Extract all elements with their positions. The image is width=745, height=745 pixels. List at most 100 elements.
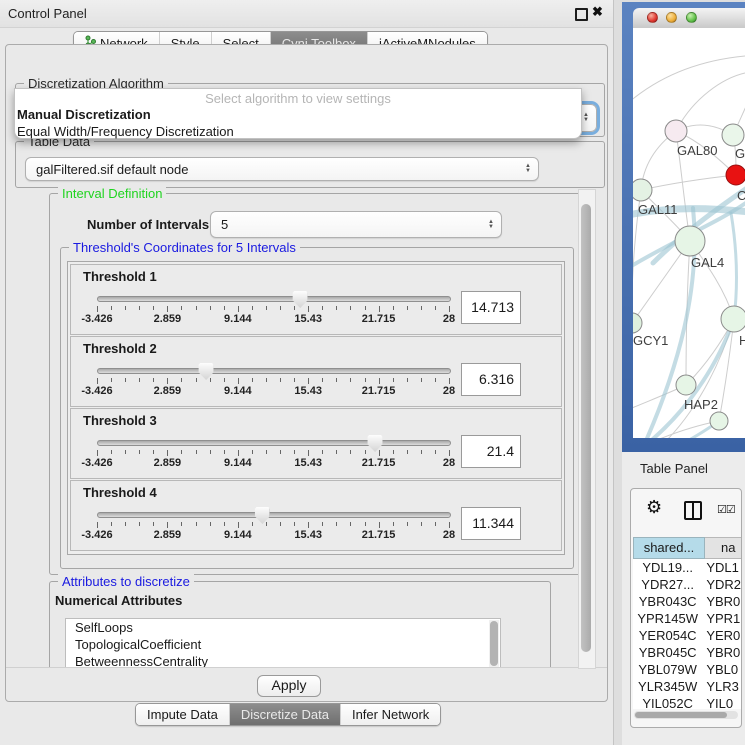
- attributes-scrollbar-thumb[interactable]: [490, 621, 498, 666]
- slider-tick: [280, 378, 281, 382]
- table-row[interactable]: YDL19...YDL1: [633, 559, 741, 576]
- threshold-slider[interactable]: -3.4262.8599.14415.4321.71528: [97, 296, 449, 330]
- slider-track[interactable]: [97, 368, 451, 374]
- table-hscrollbar-thumb[interactable]: [635, 712, 727, 718]
- table-data-combo[interactable]: galFiltered.sif default node ▲▼: [25, 157, 539, 181]
- network-node-H[interactable]: [721, 306, 745, 332]
- table-cell[interactable]: YLR3: [702, 678, 741, 695]
- table-row[interactable]: YER054CYER0: [633, 627, 741, 644]
- slider-tick: [322, 450, 323, 454]
- threshold-value-field[interactable]: 14.713: [461, 291, 521, 324]
- network-node-GAL11[interactable]: [633, 179, 652, 201]
- threshold-slider[interactable]: -3.4262.8599.14415.4321.71528: [97, 368, 449, 402]
- attribute-list-item[interactable]: TopologicalCoefficient: [66, 636, 500, 653]
- slider-tick: [365, 378, 366, 382]
- network-node-unlabeled[interactable]: [710, 412, 728, 430]
- numerical-attributes-list[interactable]: SelfLoopsTopologicalCoefficientBetweenne…: [65, 618, 501, 671]
- table-cell[interactable]: YBL079W: [633, 661, 702, 678]
- network-node-GAL80[interactable]: [665, 120, 687, 142]
- column-header-name[interactable]: na: [705, 537, 742, 559]
- table-row[interactable]: YBR043CYBR0: [633, 593, 741, 610]
- threshold-slider[interactable]: -3.4262.8599.14415.4321.71528: [97, 512, 449, 546]
- network-edge-highlighted[interactable]: [731, 213, 737, 319]
- slider-track[interactable]: [97, 296, 451, 302]
- close-icon[interactable]: ✖: [592, 4, 603, 20]
- slider-tick: [435, 522, 436, 526]
- network-node-GA[interactable]: [722, 124, 744, 146]
- table-cell[interactable]: YBL0: [702, 661, 741, 678]
- table-cell[interactable]: YBR043C: [633, 593, 702, 610]
- slider-tick: [196, 450, 197, 454]
- threshold-value-field[interactable]: 6.316: [461, 363, 521, 396]
- table-cell[interactable]: YIL0: [702, 695, 741, 709]
- network-node-GAL4[interactable]: [675, 226, 705, 256]
- slider-handle[interactable]: [255, 507, 270, 524]
- slider-tick: [97, 450, 98, 456]
- network-window-titlebar[interactable]: [633, 8, 745, 29]
- table-horizontal-scrollbar[interactable]: [634, 711, 738, 719]
- content-vertical-scrollbar[interactable]: [578, 189, 596, 669]
- attribute-list-item[interactable]: SelfLoops: [66, 619, 500, 636]
- table-row[interactable]: YLR345WYLR3: [633, 678, 741, 695]
- apply-button[interactable]: Apply: [257, 675, 321, 697]
- table-row[interactable]: YPR145WYPR1: [633, 610, 741, 627]
- slider-handle[interactable]: [368, 435, 383, 452]
- zoom-traffic-light-icon[interactable]: [686, 12, 697, 23]
- attributes-list-scrollbar[interactable]: [489, 620, 499, 669]
- split-columns-icon[interactable]: [684, 501, 702, 520]
- close-traffic-light-icon[interactable]: [647, 12, 658, 23]
- threshold-value-field[interactable]: 21.4: [461, 435, 521, 468]
- slider-tick: [322, 378, 323, 382]
- number-of-intervals-combo[interactable]: 5 ▲▼: [210, 211, 502, 238]
- slider-tick: [252, 450, 253, 454]
- table-cell[interactable]: YDR27...: [633, 576, 702, 593]
- minimize-traffic-light-icon[interactable]: [666, 12, 677, 23]
- table-row[interactable]: YBR045CYBR0: [633, 644, 741, 661]
- dropdown-item-equal-width-frequency[interactable]: Equal Width/Frequency Discretization: [15, 123, 581, 140]
- slider-tick: [336, 522, 337, 526]
- network-node-HAP2[interactable]: [676, 375, 696, 395]
- column-header-shared-name[interactable]: shared...: [633, 537, 705, 559]
- slider-track[interactable]: [97, 440, 451, 446]
- slider-track[interactable]: [97, 512, 451, 518]
- slider-tick: [181, 522, 182, 526]
- table-row[interactable]: YDR27...YDR2: [633, 576, 741, 593]
- table-cell[interactable]: YDL19...: [633, 559, 702, 576]
- checkbox-columns-icon[interactable]: ☑☑: [717, 503, 735, 516]
- table-cell[interactable]: YER0: [702, 627, 741, 644]
- network-node-label: GCY1: [633, 333, 668, 348]
- tab-discretize-data[interactable]: Discretize Data: [229, 704, 340, 725]
- table-row[interactable]: YIL052CYIL0: [633, 695, 741, 709]
- table-cell[interactable]: YPR1: [702, 610, 741, 627]
- network-edge[interactable]: [641, 175, 736, 190]
- slider-tick: [252, 378, 253, 382]
- tab-impute-data[interactable]: Impute Data: [136, 704, 229, 725]
- table-cell[interactable]: YBR0: [702, 644, 741, 661]
- table-cell[interactable]: YDR2: [702, 576, 741, 593]
- dropdown-item-manual-discretization[interactable]: Manual Discretization: [15, 106, 581, 123]
- table-row[interactable]: YBL079WYBL0: [633, 661, 741, 678]
- content-scrollbar-thumb[interactable]: [581, 204, 591, 652]
- slider-handle[interactable]: [199, 363, 214, 380]
- table-cell[interactable]: YPR145W: [633, 610, 702, 627]
- network-node-C[interactable]: [726, 165, 745, 185]
- network-node-GCY1[interactable]: [633, 313, 642, 333]
- slider-tick: [111, 450, 112, 454]
- threshold-value-field[interactable]: 11.344: [461, 507, 521, 540]
- table-cell[interactable]: YLR345W: [633, 678, 702, 695]
- table-cell[interactable]: YBR045C: [633, 644, 702, 661]
- table-panel-region: Table Panel ⚙ ☑☑ shared... na YDL19...YD…: [622, 452, 745, 745]
- network-canvas[interactable]: GAL80GACGAL11GAL4GCY1HHAP2: [633, 28, 745, 438]
- network-edge[interactable]: [676, 73, 745, 131]
- slider-tick: [125, 378, 126, 382]
- slider-tick: [139, 378, 140, 382]
- float-window-icon[interactable]: [575, 8, 588, 21]
- gear-icon[interactable]: ⚙: [646, 497, 662, 518]
- table-cell[interactable]: YBR0: [702, 593, 741, 610]
- threshold-slider[interactable]: -3.4262.8599.14415.4321.71528: [97, 440, 449, 474]
- tab-infer-network[interactable]: Infer Network: [340, 704, 440, 725]
- table-cell[interactable]: YIL052C: [633, 695, 702, 709]
- threshold-label: Threshold 2: [83, 341, 157, 356]
- table-cell[interactable]: YDL1: [702, 559, 741, 576]
- table-cell[interactable]: YER054C: [633, 627, 702, 644]
